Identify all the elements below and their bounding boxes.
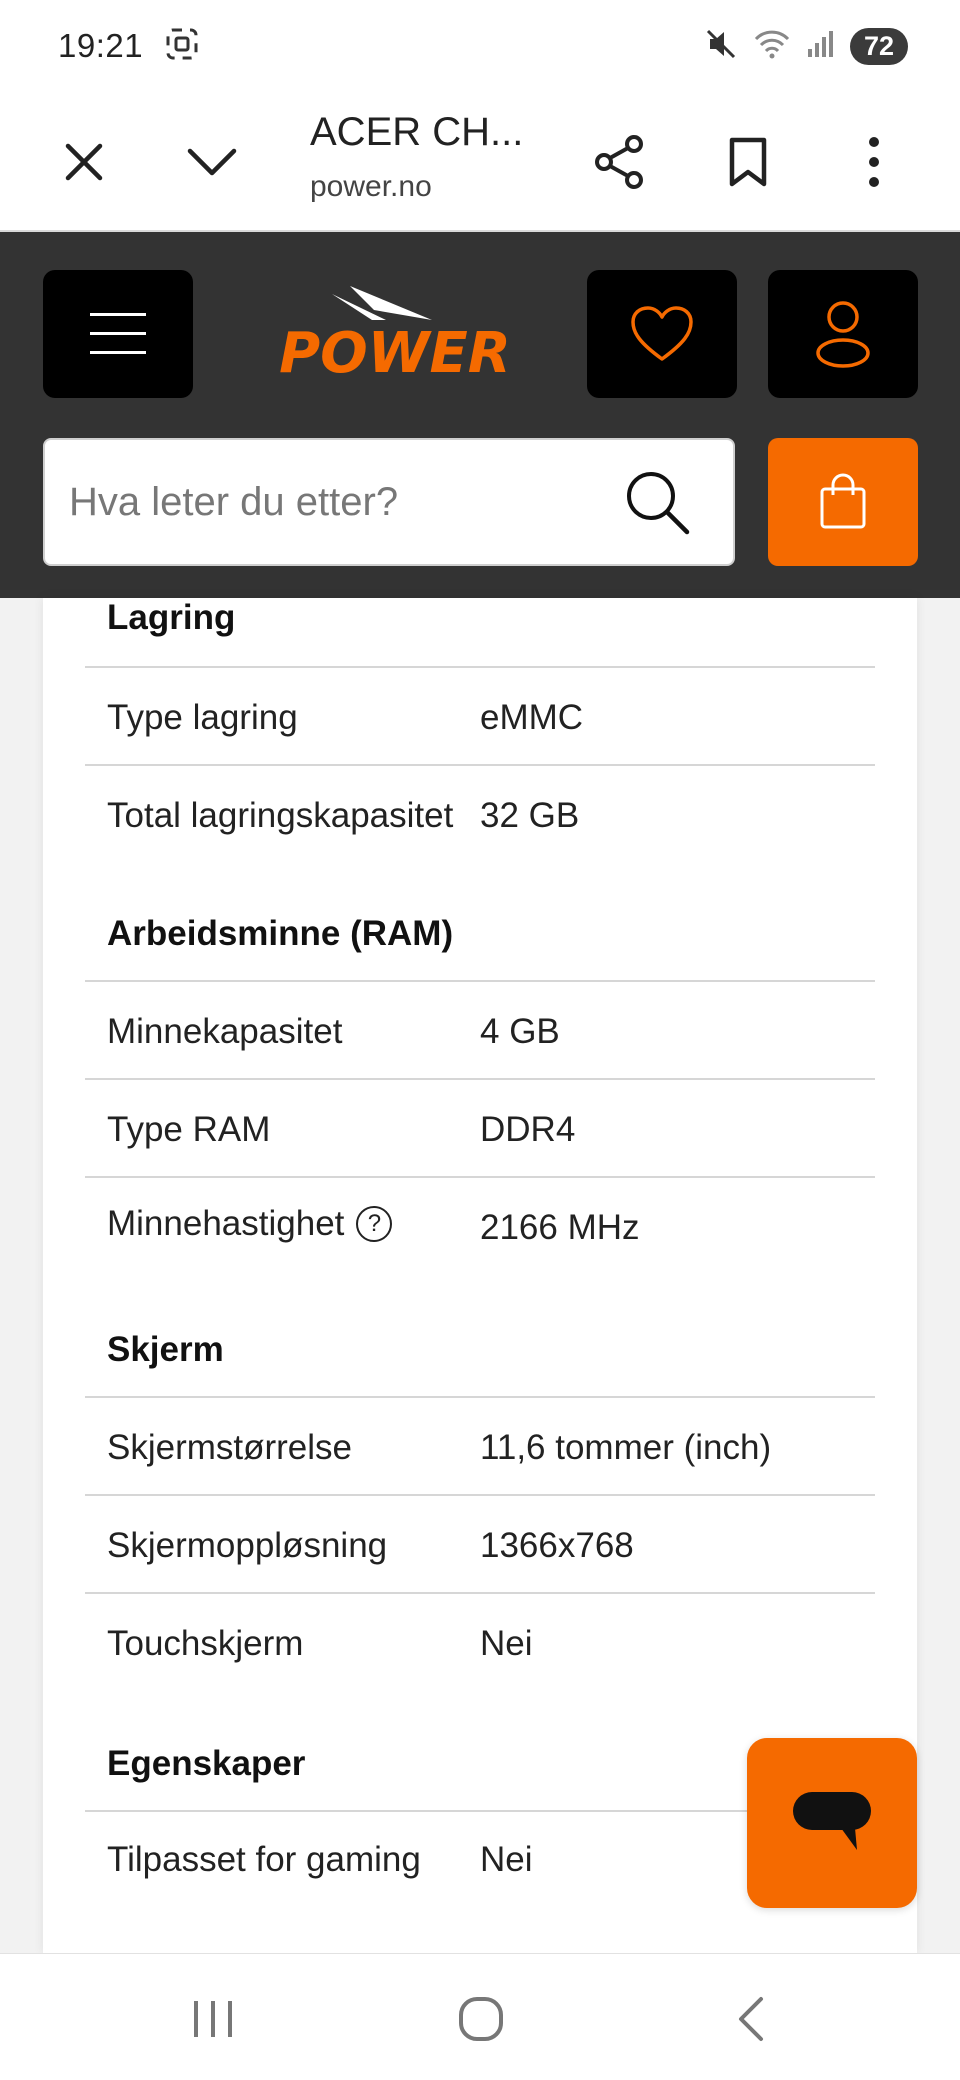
logo-text: POWER — [279, 321, 511, 386]
spec-label: Skjermstørrelse — [107, 1428, 353, 1467]
favorites-button[interactable] — [587, 270, 737, 398]
cart-button[interactable] — [768, 438, 918, 566]
status-left: 19:21 — [58, 27, 199, 66]
site-header: POWER — [0, 232, 960, 598]
status-bar: 19:21 72 — [0, 0, 960, 92]
spec-value: eMMC — [480, 698, 584, 737]
bookmark-button[interactable] — [708, 122, 788, 202]
divider — [85, 764, 875, 766]
spec-value: DDR4 — [480, 1110, 576, 1149]
section-title-lagring: Lagring — [107, 598, 236, 637]
spec-label: Touchskjerm — [107, 1624, 304, 1663]
spec-label: Tilpasset for gaming — [107, 1840, 421, 1879]
home-button[interactable] — [436, 1984, 526, 2054]
page-domain: power.no — [310, 170, 432, 203]
mute-icon — [704, 27, 738, 66]
divider — [85, 1078, 875, 1080]
help-icon[interactable]: ? — [356, 1206, 393, 1242]
divider — [85, 1176, 875, 1178]
spec-value: 1366x768 — [480, 1526, 634, 1565]
spec-label: Type RAM — [107, 1110, 271, 1149]
app-root: 19:21 72 ACER CH... power.no POWER Hva l… — [0, 0, 960, 2080]
power-logo[interactable]: POWER — [232, 280, 558, 390]
home-icon — [459, 1997, 503, 2041]
search-box — [43, 438, 735, 566]
spec-label: Total lagringskapasitet — [107, 796, 454, 835]
more-vertical-icon — [869, 137, 879, 187]
menu-button[interactable] — [43, 270, 193, 398]
browser-toolbar: ACER CH... power.no — [0, 92, 960, 232]
user-icon — [816, 301, 870, 368]
chevron-down-icon — [187, 148, 237, 176]
account-button[interactable] — [768, 270, 918, 398]
divider — [85, 980, 875, 982]
spec-label: Minnekapasitet — [107, 1012, 343, 1051]
share-icon — [595, 135, 643, 189]
recent-apps-button[interactable] — [168, 1984, 258, 2054]
search-input[interactable] — [69, 440, 629, 564]
share-button[interactable] — [580, 122, 660, 202]
chat-button[interactable] — [747, 1738, 917, 1908]
divider — [85, 1494, 875, 1496]
spec-value: 4 GB — [480, 1012, 560, 1051]
shopping-bag-icon — [820, 473, 866, 529]
divider — [85, 1592, 875, 1594]
back-icon — [739, 1997, 763, 2041]
minimize-button[interactable] — [172, 122, 252, 202]
battery-indicator: 72 — [849, 27, 908, 65]
hamburger-icon — [90, 313, 146, 354]
spec-label: Minnehastighet — [107, 1204, 345, 1243]
close-tab-button[interactable] — [44, 122, 124, 202]
signal-icon — [806, 29, 836, 64]
section-title-egenskaper: Egenskaper — [107, 1744, 306, 1783]
spec-value: Nei — [480, 1624, 533, 1663]
more-options-button[interactable] — [834, 122, 914, 202]
spec-value: 32 GB — [480, 796, 580, 835]
spec-value: Nei — [480, 1840, 533, 1879]
spec-label: Type lagring — [107, 698, 298, 737]
divider — [85, 1396, 875, 1398]
status-time: 19:21 — [58, 27, 144, 64]
heart-icon — [631, 306, 693, 361]
spec-label: Skjermoppløsning — [107, 1526, 388, 1565]
close-icon — [65, 143, 103, 181]
spec-value: 11,6 tommer (inch) — [480, 1428, 772, 1467]
screenshot-icon — [165, 27, 199, 66]
search-icon[interactable] — [623, 468, 693, 538]
wifi-icon — [752, 27, 792, 66]
recent-apps-icon — [194, 2001, 232, 2037]
chat-bubble-icon — [793, 1792, 871, 1850]
spec-label-with-help: Minnehastighet ? — [107, 1204, 393, 1244]
section-title-ram: Arbeidsminne (RAM) — [107, 914, 454, 953]
spec-value: 2166 MHz — [480, 1208, 640, 1247]
status-right: 72 — [704, 27, 908, 66]
page-title: ACER CH... — [310, 110, 524, 154]
bookmark-icon — [729, 137, 767, 187]
back-button[interactable] — [706, 1984, 796, 2054]
system-nav-bar — [0, 1953, 960, 2080]
section-title-skjerm: Skjerm — [107, 1330, 224, 1369]
divider — [85, 666, 875, 668]
